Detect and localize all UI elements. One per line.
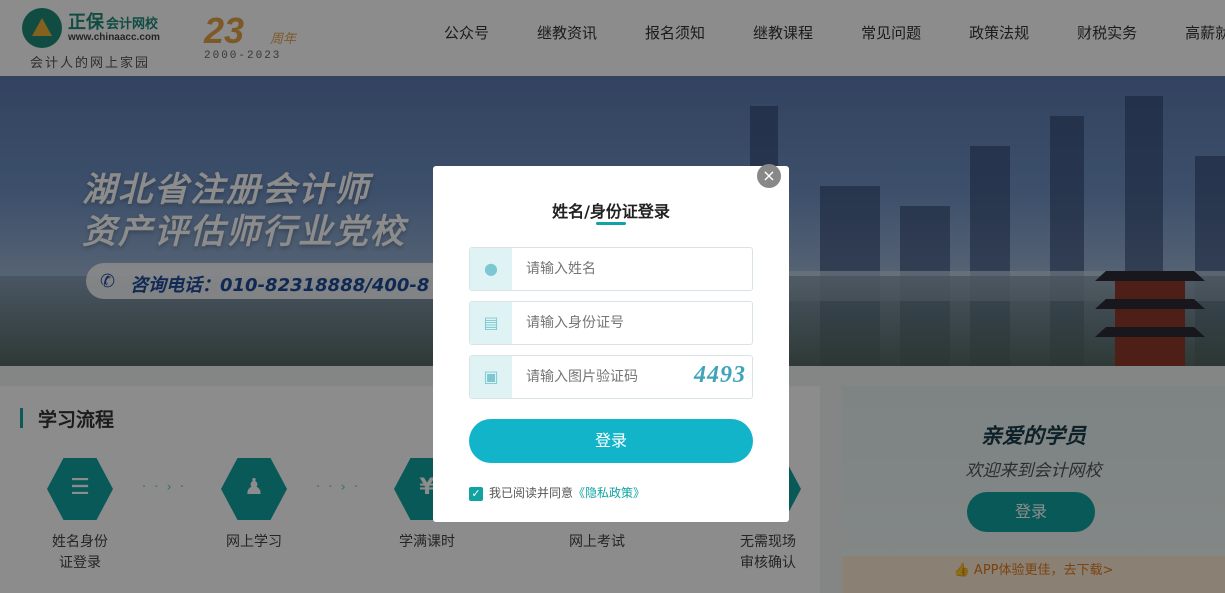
- title-underline: [596, 222, 626, 225]
- agree-text: 我已阅读并同意: [489, 486, 574, 500]
- captcha-input[interactable]: [526, 369, 676, 385]
- name-input[interactable]: [526, 261, 726, 277]
- login-button[interactable]: 登录: [469, 419, 753, 463]
- user-icon: ●: [470, 248, 512, 290]
- privacy-agreement: ✓ 我已阅读并同意《隐私政策》: [469, 484, 645, 501]
- name-field: ●: [469, 247, 753, 291]
- privacy-policy-link[interactable]: 《隐私政策》: [573, 486, 645, 500]
- close-icon[interactable]: ×: [757, 164, 781, 188]
- id-card-icon: ▤: [470, 302, 512, 344]
- login-modal: 姓名/身份证登录 ● ▤ ▣ 4493 登录 ✓ 我已阅读并同意《隐私政策》: [433, 166, 789, 522]
- image-icon: ▣: [470, 356, 512, 398]
- id-number-input[interactable]: [526, 315, 726, 331]
- captcha-field: ▣ 4493: [469, 355, 753, 399]
- captcha-image[interactable]: 4493: [694, 362, 746, 389]
- modal-title: 姓名/身份证登录: [552, 202, 670, 221]
- id-field: ▤: [469, 301, 753, 345]
- agree-checkbox[interactable]: ✓: [469, 486, 483, 501]
